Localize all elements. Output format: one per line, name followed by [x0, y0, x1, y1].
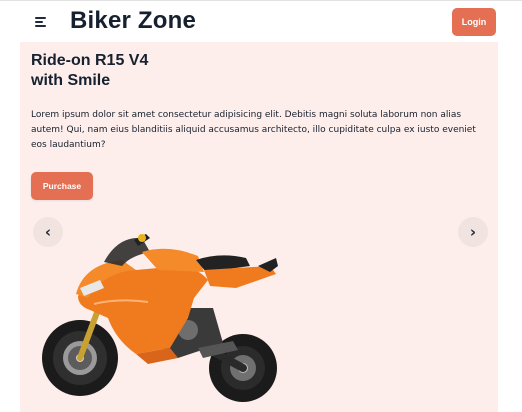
carousel-next-button[interactable]: ›: [458, 217, 488, 247]
hamburger-menu-icon[interactable]: [35, 16, 49, 28]
purchase-button[interactable]: Purchase: [31, 172, 93, 200]
hero-description: Lorem ipsum dolor sit amet consectetur a…: [31, 110, 476, 150]
chevron-right-icon: ›: [469, 223, 477, 241]
login-button[interactable]: Login: [452, 8, 496, 36]
hero-title-line1: Ride-on R15 V4: [31, 52, 149, 69]
hero-section: Ride-on R15 V4 with Smile Lorem ipsum do…: [20, 42, 498, 412]
hero-title: Ride-on R15 V4 with Smile: [31, 51, 331, 91]
motorcycle-image: [42, 234, 278, 402]
hero-title-line2: with Smile: [31, 72, 111, 89]
brand-title: Biker Zone: [70, 7, 197, 34]
top-navbar: Biker Zone Login: [0, 0, 522, 41]
